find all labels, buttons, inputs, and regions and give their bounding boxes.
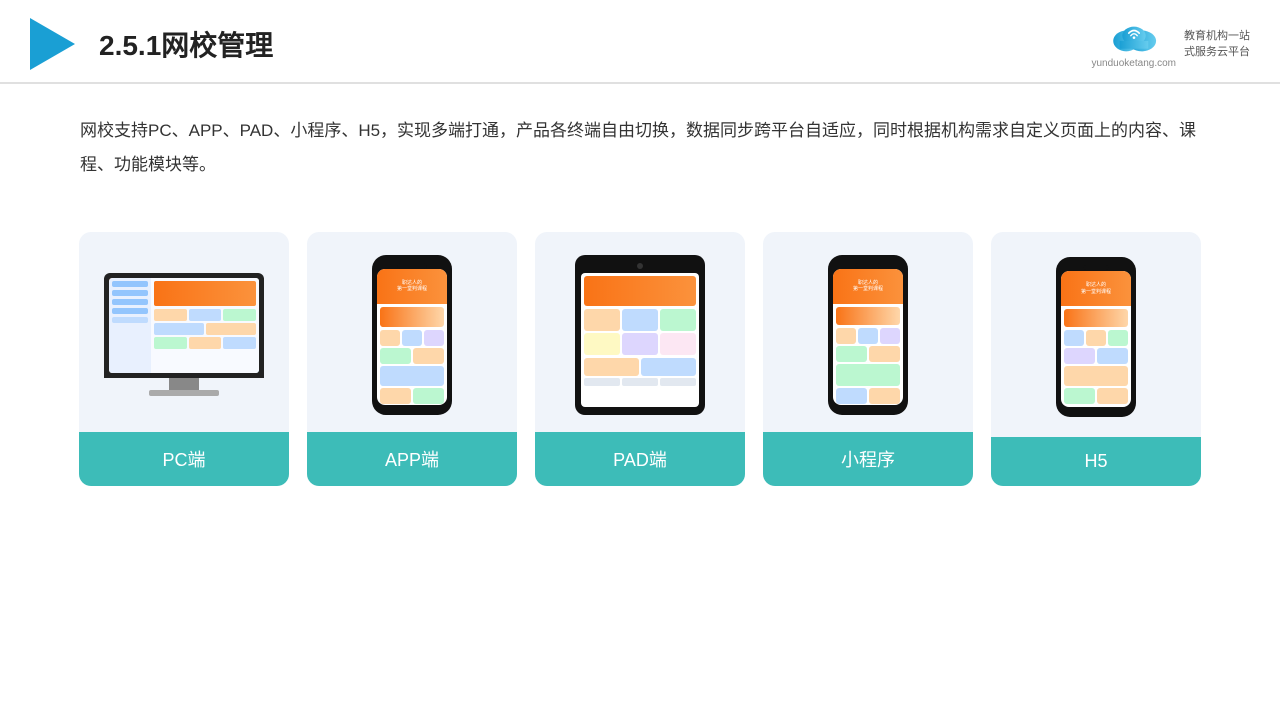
card-pc: PC端	[79, 232, 289, 486]
card-miniprogram-image: 职达人的第一堂判课程	[763, 232, 973, 432]
miniapp-phone-mockup: 职达人的第一堂判课程	[828, 255, 908, 415]
h5-phone-mockup: 职达人的第一堂判课程	[1056, 257, 1136, 417]
brand-logo: yunduoketang.com	[1091, 20, 1176, 69]
card-app-image: 职达人的第一堂判课程	[307, 232, 517, 432]
monitor-screen	[109, 278, 259, 373]
card-pad-label: PAD端	[535, 432, 745, 486]
card-miniprogram: 职达人的第一堂判课程	[763, 232, 973, 486]
cloud-logo-icon	[1108, 20, 1160, 56]
header-right: yunduoketang.com 教育机构一站式服务云平台	[1091, 20, 1250, 69]
logo-triangle-icon	[30, 18, 75, 70]
card-miniprogram-label: 小程序	[763, 432, 973, 486]
description-text: 网校支持PC、APP、PAD、小程序、H5，实现多端打通，产品各终端自由切换，数…	[0, 84, 1280, 192]
card-pc-image	[79, 232, 289, 432]
brand-slogan: 教育机构一站式服务云平台	[1184, 28, 1250, 61]
card-h5-label: H5	[991, 437, 1201, 486]
card-h5: 职达人的第一堂判课程	[991, 232, 1201, 486]
header-left: 2.5.1网校管理	[30, 18, 273, 70]
brand-name: yunduoketang.com	[1091, 58, 1176, 69]
card-pad-image	[535, 232, 745, 432]
card-pad: PAD端	[535, 232, 745, 486]
pad-mockup	[575, 255, 705, 415]
card-h5-image: 职达人的第一堂判课程	[991, 232, 1201, 437]
app-phone-mockup: 职达人的第一堂判课程	[372, 255, 452, 415]
header: 2.5.1网校管理 yunduoketang.c	[0, 0, 1280, 84]
monitor	[104, 273, 264, 378]
pc-mockup	[104, 273, 264, 396]
card-pc-label: PC端	[79, 432, 289, 486]
cards-container: PC端 职达人的第一堂判课程	[0, 202, 1280, 516]
page-title: 2.5.1网校管理	[99, 24, 273, 64]
card-app: 职达人的第一堂判课程	[307, 232, 517, 486]
card-app-label: APP端	[307, 432, 517, 486]
